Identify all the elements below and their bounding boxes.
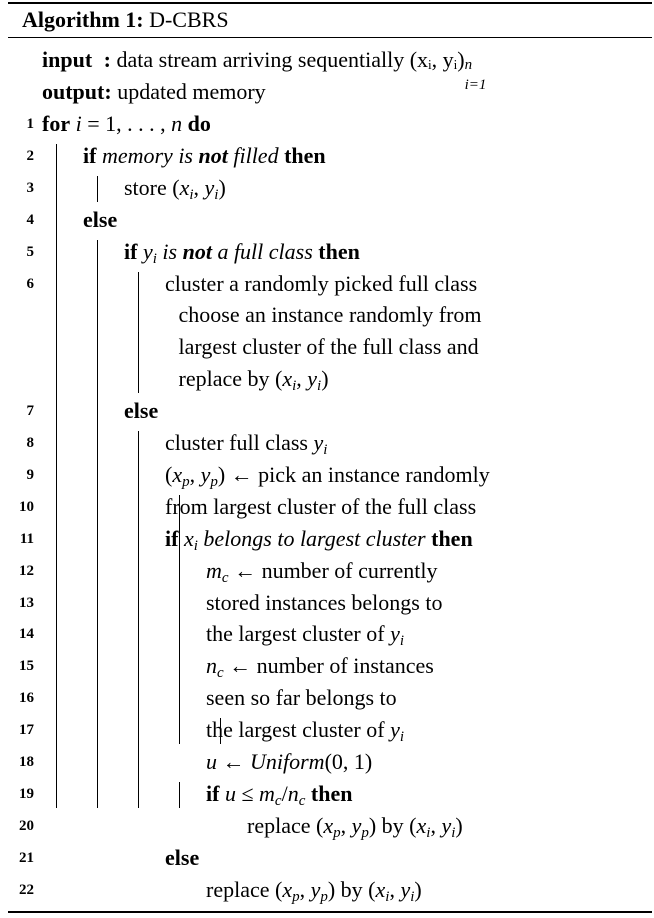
line-number: 22 [19, 881, 34, 898]
output-line: output: updated memory [0, 76, 654, 108]
line-number: 15 [19, 658, 34, 675]
output-text: updated memory [117, 79, 266, 104]
indent-bar [179, 781, 181, 808]
indent-bar [56, 143, 58, 808]
line-number: 2 [26, 147, 35, 164]
bottom-rule [8, 911, 652, 913]
line-text: replace (xp, yp) by (xi, yi) [206, 876, 422, 905]
line-number: 9 [26, 466, 35, 483]
line-number: 3 [26, 179, 35, 196]
line-number: 21 [19, 849, 34, 866]
indent-bar [220, 718, 222, 744]
line-number: 5 [26, 243, 35, 260]
input-text: data stream arriving sequentially [116, 47, 405, 72]
line-text: for i = 1, . . . , n do [42, 111, 211, 136]
line-text: u ← Uniform(0, 1) [206, 749, 373, 774]
line-text: else [165, 844, 200, 870]
algorithm-line: 22 replace (xp, yp) by (xi, yi) [0, 874, 654, 906]
top-rule [8, 2, 652, 4]
line-number: 10 [19, 498, 34, 515]
caption-rule [8, 37, 652, 39]
line-text: if memory is not filled then [83, 142, 326, 168]
input-keyword: input [42, 47, 93, 72]
algorithm-line: 21 else [0, 842, 654, 874]
input-colon: : [103, 47, 111, 72]
line-text: largest cluster of the full class and [178, 334, 479, 360]
line-number: 13 [19, 594, 34, 611]
line-number: 1 [26, 116, 35, 132]
line-text: seen so far belongs to [206, 685, 397, 711]
input-line: input : data stream arriving sequentiall… [0, 44, 654, 93]
line-number: 8 [26, 435, 35, 451]
indent-bar [138, 271, 140, 394]
algorithm-line: 20 replace (xp, yp) by (xi, yi) [0, 810, 654, 842]
line-number: 20 [19, 817, 34, 834]
line-number: 18 [19, 754, 34, 770]
algorithm-line: 4 else [0, 204, 654, 236]
input-math: (xᵢ, yᵢ) n i=1 [410, 47, 491, 93]
output-keyword: output: [42, 79, 112, 104]
line-number: 11 [19, 530, 34, 547]
line-number: 6 [26, 275, 35, 292]
line-number: 16 [19, 690, 34, 707]
indent-bar [138, 431, 140, 808]
algorithm-line: 2 if memory is not filled then [0, 140, 654, 172]
line-text: choose an instance randomly from [178, 302, 482, 328]
algorithm-name: D-CBRS [149, 7, 229, 32]
indent-bar [97, 239, 99, 808]
algorithm-label: Algorithm 1: [22, 7, 144, 32]
line-text: stored instances belongs to [206, 589, 443, 615]
line-number: 7 [26, 403, 35, 420]
algorithm-caption: Algorithm 1: D-CBRS [22, 7, 229, 33]
indent-bar [179, 494, 181, 744]
line-text: cluster a randomly picked full class [165, 270, 478, 296]
line-text: else [83, 206, 118, 232]
line-number: 14 [19, 626, 34, 643]
line-number: 4 [26, 211, 35, 228]
line-number: 17 [19, 722, 34, 739]
algorithm-line: 1 for i = 1, . . . , n do [0, 108, 654, 140]
line-text: else [124, 398, 159, 424]
indent-bar [97, 175, 99, 202]
line-number: 12 [19, 562, 34, 579]
line-number: 19 [19, 785, 34, 802]
line-text: from largest cluster of the full class [165, 493, 477, 519]
